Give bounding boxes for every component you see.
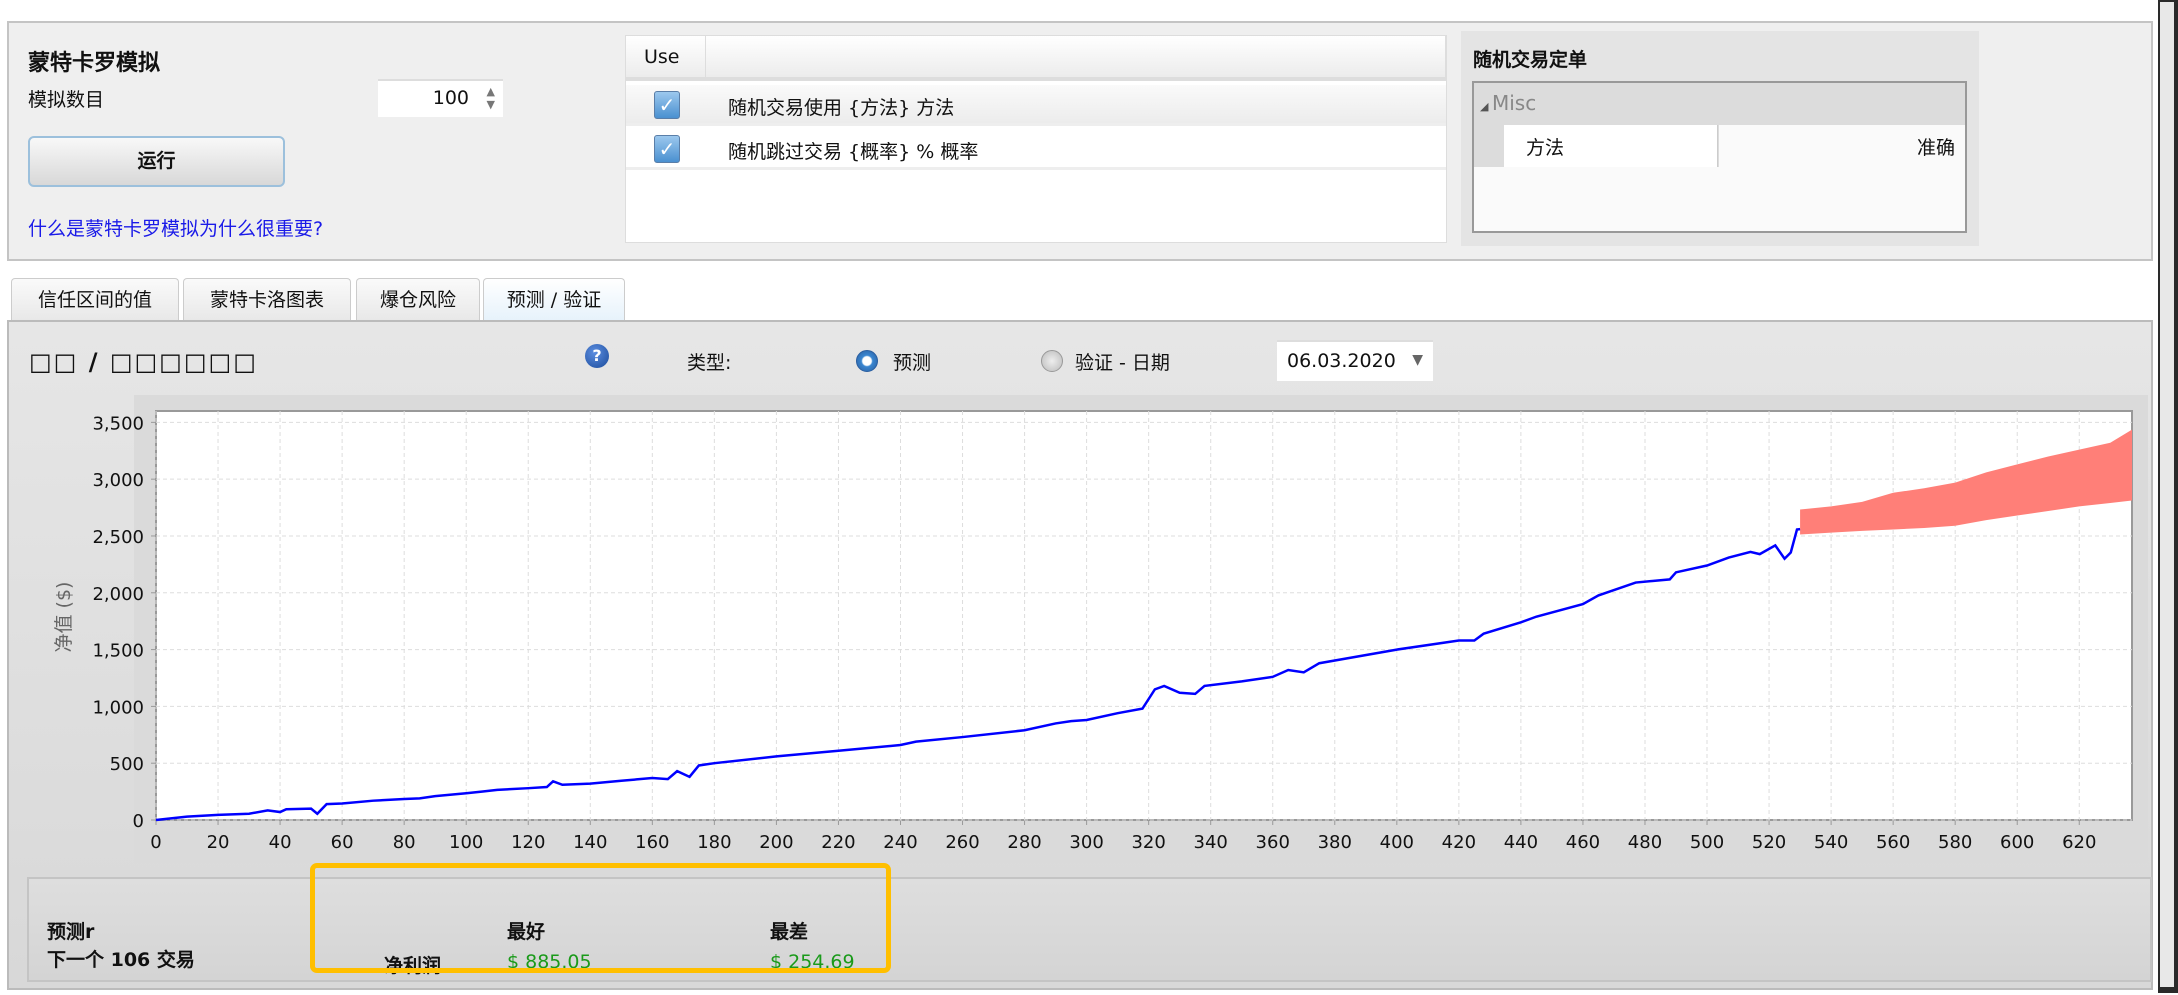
x-tick-label: 580 [1938,832,1972,853]
x-tick-label: 560 [1876,832,1910,853]
x-tick-label: 200 [759,832,793,853]
y-tick-label: 1,000 [92,697,144,718]
y-tick-label: 1,500 [92,641,144,662]
x-tick-label: 480 [1628,832,1662,853]
x-tick-label: 320 [1131,832,1165,853]
x-tick-label: 60 [331,832,354,853]
summary-title: 预测r [47,921,95,943]
x-tick-label: 260 [945,832,979,853]
x-tick-label: 80 [393,832,416,853]
y-axis-label: 净值 ($) [53,582,75,653]
highlight-box [310,863,891,973]
x-tick-label: 620 [2062,832,2096,853]
x-tick-label: 440 [1504,832,1538,853]
x-tick-label: 100 [449,832,483,853]
forecast-panel: □□ / □□□□□□ ? 类型: 预测 验证 - 日期 06.03.2020 … [7,320,2153,990]
x-tick-label: 420 [1442,832,1476,853]
x-tick-label: 180 [697,832,731,853]
x-tick-label: 520 [1752,832,1786,853]
y-tick-label: 3,500 [92,413,144,434]
x-tick-label: 220 [821,832,855,853]
plot-area [155,410,2133,821]
y-tick-label: 2,500 [92,527,144,548]
x-tick-label: 380 [1318,832,1352,853]
y-tick-label: 500 [110,754,144,775]
x-tick-label: 240 [883,832,917,853]
x-tick-label: 120 [511,832,545,853]
x-tick-label: 0 [150,832,161,853]
y-tick-label: 3,000 [92,470,144,491]
y-tick-label: 2,000 [92,584,144,605]
x-tick-label: 340 [1194,832,1228,853]
x-tick-label: 140 [573,832,607,853]
x-tick-label: 540 [1814,832,1848,853]
x-tick-label: 300 [1069,832,1103,853]
x-tick-label: 40 [269,832,292,853]
x-tick-label: 20 [207,832,230,853]
x-tick-label: 360 [1256,832,1290,853]
x-tick-label: 460 [1566,832,1600,853]
equity-chart: 0 20 40 60 80 100 120 140 160 180 200 220 240 260 280 3… [53,410,2133,853]
y-tick-label: 0 [133,811,144,832]
x-tick-label: 600 [2000,832,2034,853]
x-tick-label: 160 [635,832,669,853]
x-tick-label: 280 [1007,832,1041,853]
summary-subtitle: 下一个 106 交易 [47,949,195,971]
x-tick-label: 500 [1690,832,1724,853]
x-tick-label: 400 [1380,832,1414,853]
